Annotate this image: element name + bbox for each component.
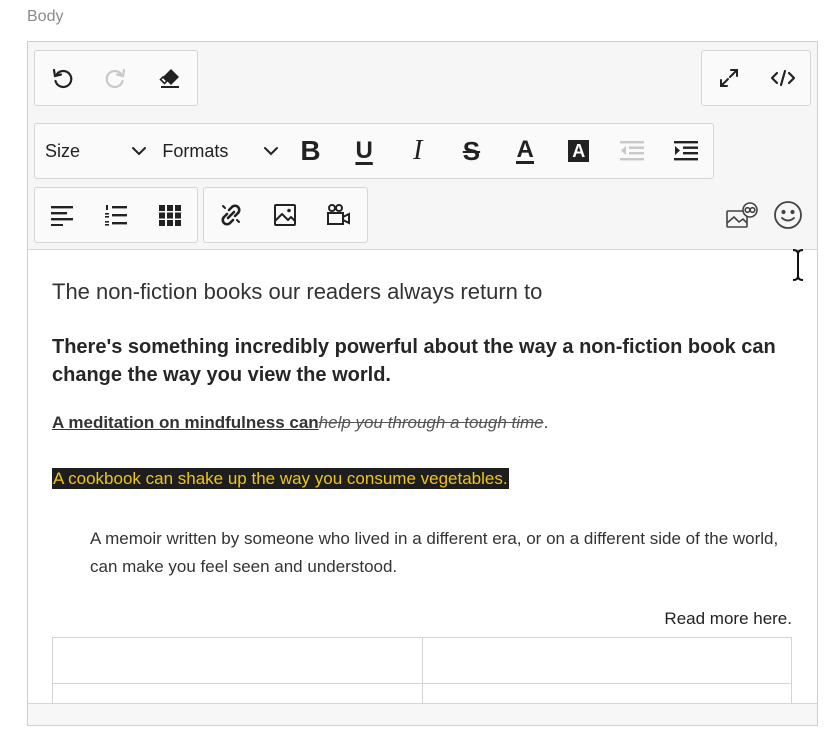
- text-color-button[interactable]: A: [498, 124, 552, 178]
- video-camera-icon: [327, 204, 350, 225]
- bold-paragraph: There's something incredibly powerful ab…: [52, 336, 776, 386]
- align-left-button[interactable]: [35, 188, 89, 242]
- insert-link-button[interactable]: [204, 188, 258, 242]
- table-button[interactable]: [143, 188, 197, 242]
- smiley-icon: [774, 201, 802, 229]
- insert-image-button[interactable]: [258, 188, 312, 242]
- fullscreen-icon: [720, 69, 738, 87]
- format-group: Size Formats B U I S A A: [34, 123, 714, 179]
- fullscreen-button[interactable]: [702, 51, 756, 105]
- eraser-icon: [159, 69, 179, 88]
- undo-button[interactable]: [35, 51, 89, 105]
- italic-button[interactable]: I: [391, 124, 445, 178]
- text-color-icon: A: [516, 135, 534, 164]
- code-icon: [770, 69, 796, 87]
- formats-label: Formats: [162, 140, 229, 161]
- gallery-icon: [726, 202, 758, 228]
- editor-content[interactable]: The non-fiction books our readers always…: [28, 251, 817, 703]
- blockquote-paragraph: A memoir written by someone who lived in…: [90, 529, 779, 576]
- table-cell[interactable]: [421, 637, 792, 684]
- bold-button[interactable]: B: [284, 124, 338, 178]
- mixed-format-paragraph: A meditation on mindfulness canhelp you …: [52, 413, 548, 433]
- numbered-list-button[interactable]: [89, 188, 143, 242]
- table-icon: [159, 205, 181, 226]
- history-group: [34, 50, 198, 106]
- heading-paragraph: The non-fiction books our readers always…: [52, 279, 543, 304]
- underlined-text: A meditation on mindfulness can: [52, 413, 319, 432]
- table-row: [52, 637, 792, 684]
- link-icon: [221, 204, 241, 226]
- chevron-down-icon: [132, 147, 147, 156]
- bold-icon: B: [300, 135, 321, 166]
- text-cursor-icon: [790, 248, 806, 287]
- editor-toolbar: Size Formats B U I S A A: [28, 42, 817, 250]
- table-row: [52, 683, 792, 703]
- clear-formatting-button[interactable]: [143, 51, 197, 105]
- background-color-icon: A: [568, 140, 590, 162]
- editor-statusbar: [28, 703, 817, 725]
- image-icon: [274, 204, 296, 226]
- redo-button[interactable]: [89, 51, 143, 105]
- redo-icon: [105, 68, 126, 89]
- content-table: [52, 637, 792, 703]
- table-cell[interactable]: [52, 637, 423, 684]
- paragraph-period: .: [543, 413, 549, 432]
- block-group: [34, 187, 198, 243]
- table-cell[interactable]: [421, 683, 792, 703]
- chevron-down-icon: [263, 147, 278, 156]
- emoji-button[interactable]: [770, 197, 806, 233]
- strikethrough-text: help you through a tough time: [318, 413, 544, 432]
- undo-icon: [52, 68, 73, 89]
- right-aligned-paragraph: Read more here.: [664, 609, 792, 628]
- outdent-button[interactable]: [606, 124, 660, 178]
- insert-group: [203, 187, 368, 243]
- align-left-icon: [51, 206, 73, 226]
- media-gallery-button[interactable]: [724, 199, 760, 233]
- rich-text-editor: Size Formats B U I S A A The non-fiction…: [27, 41, 818, 726]
- highlighted-text: A cookbook can shake up the way you cons…: [52, 468, 509, 489]
- numbered-list-icon: [105, 205, 127, 226]
- underline-icon: U: [355, 137, 373, 164]
- strikethrough-button[interactable]: S: [445, 124, 499, 178]
- highlighted-paragraph: A cookbook can shake up the way you cons…: [52, 468, 509, 489]
- background-color-button[interactable]: A: [552, 124, 606, 178]
- strikethrough-icon: S: [462, 135, 481, 166]
- formats-dropdown[interactable]: Formats: [152, 124, 283, 178]
- font-size-label: Size: [45, 140, 81, 161]
- source-code-button[interactable]: [756, 51, 810, 105]
- underline-button[interactable]: U: [337, 124, 391, 178]
- insert-media-button[interactable]: [312, 188, 366, 242]
- indent-button[interactable]: [659, 124, 713, 178]
- font-size-dropdown[interactable]: Size: [35, 124, 152, 178]
- field-label: Body: [27, 8, 64, 25]
- outdent-icon: [620, 141, 645, 161]
- view-group: [701, 50, 811, 106]
- table-cell[interactable]: [52, 683, 423, 703]
- indent-icon: [674, 141, 699, 161]
- italic-icon: I: [413, 135, 423, 166]
